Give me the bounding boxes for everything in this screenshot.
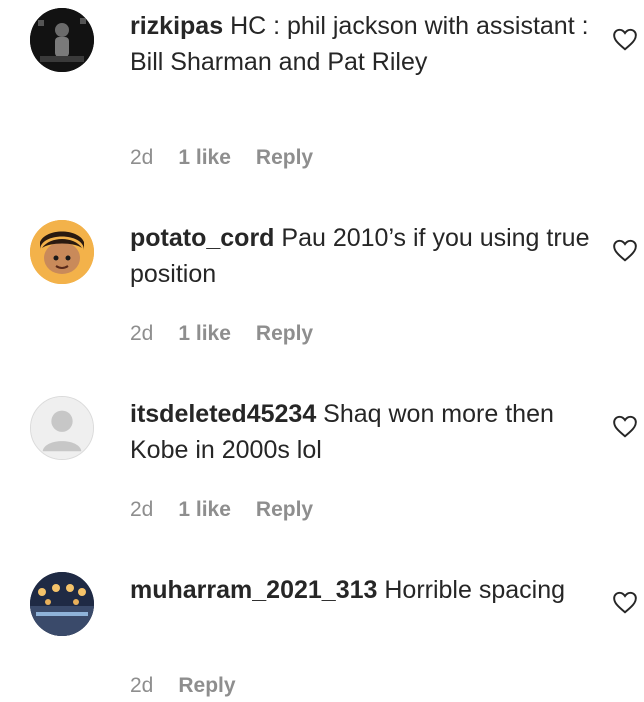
comment-likes[interactable]: 1 like [178,144,231,172]
comment-text: potato_cord Pau 2010’s if you using true… [130,220,600,292]
comment-meta: 2d 1 like Reply [130,144,313,172]
avatar[interactable] [30,396,94,460]
heart-icon[interactable] [612,27,638,51]
comment-time[interactable]: 2d [130,672,153,700]
comment-time[interactable]: 2d [130,320,153,348]
reply-button[interactable]: Reply [256,496,313,524]
heart-icon[interactable] [612,590,638,614]
comment-meta: 2d Reply [130,672,236,700]
heart-icon[interactable] [612,238,638,262]
comment-meta: 2d 1 like Reply [130,320,313,348]
comment-likes[interactable]: 1 like [178,320,231,348]
reply-button[interactable]: Reply [256,144,313,172]
avatar[interactable] [30,572,94,636]
comment-username[interactable]: rizkipas [130,12,223,40]
comment-time[interactable]: 2d [130,496,153,524]
comment-text: muharram_2021_313 Horrible spacing [130,572,600,608]
heart-icon[interactable] [612,414,638,438]
reply-button[interactable]: Reply [178,672,235,700]
reply-button[interactable]: Reply [256,320,313,348]
comment-username[interactable]: muharram_2021_313 [130,576,377,604]
avatar[interactable] [30,8,94,72]
comment-text: rizkipas HC : phil jackson with assistan… [130,8,600,80]
comment-time[interactable]: 2d [130,144,153,172]
comment-username[interactable]: itsdeleted45234 [130,400,316,428]
avatar[interactable] [30,220,94,284]
comment-body: Horrible spacing [384,576,565,604]
comment-meta: 2d 1 like Reply [130,496,313,524]
comment-username[interactable]: potato_cord [130,224,274,252]
comment-text: itsdeleted45234 Shaq won more then Kobe … [130,396,600,468]
comment-likes[interactable]: 1 like [178,496,231,524]
